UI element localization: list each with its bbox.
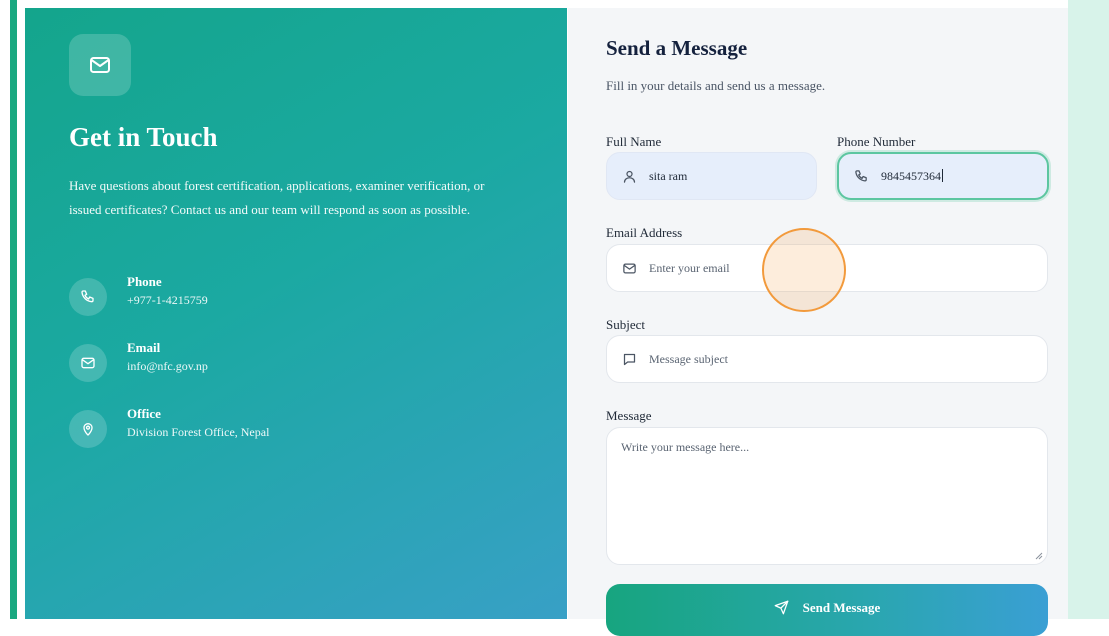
contact-title: Get in Touch bbox=[69, 122, 218, 152]
click-indicator bbox=[762, 228, 846, 312]
text-caret bbox=[942, 168, 943, 182]
subject-field[interactable]: Message subject bbox=[606, 335, 1048, 383]
send-message-button[interactable]: Send Message bbox=[606, 584, 1048, 636]
right-side-strip bbox=[1068, 0, 1109, 619]
contact-item-label: Phone bbox=[127, 274, 162, 289]
send-icon bbox=[774, 600, 789, 615]
send-message-label: Send Message bbox=[802, 600, 881, 615]
map-pin-icon bbox=[69, 410, 107, 448]
phone-number-text: 9845457364 bbox=[881, 168, 941, 183]
contact-description: Have questions about forest certificatio… bbox=[69, 178, 485, 217]
message-form-panel: Send a Message Fill in your details and … bbox=[568, 8, 1068, 636]
subject-placeholder: Message subject bbox=[649, 351, 728, 366]
phone-number-label: Phone Number bbox=[837, 134, 916, 149]
email-placeholder: Enter your email bbox=[649, 260, 730, 275]
contact-item-email: Email info@nfc.gov.np bbox=[69, 340, 549, 388]
form-subtitle: Fill in your details and send us a messa… bbox=[606, 78, 826, 93]
email-address-label: Email Address bbox=[606, 225, 683, 240]
message-textarea[interactable]: Write your message here... bbox=[606, 427, 1048, 565]
left-edge-bar bbox=[10, 0, 17, 619]
mail-icon bbox=[69, 34, 131, 96]
message-placeholder: Write your message here... bbox=[621, 440, 750, 454]
resize-grip-icon[interactable] bbox=[1035, 552, 1043, 560]
mail-icon bbox=[69, 344, 107, 382]
contact-item-office: Office Division Forest Office, Nepal bbox=[69, 406, 549, 454]
contact-info-panel: Get in Touch Have questions about forest… bbox=[25, 8, 567, 619]
phone-icon bbox=[853, 168, 869, 184]
mail-icon bbox=[621, 260, 637, 276]
phone-number-value: 9845457364 bbox=[881, 168, 943, 184]
contact-item-value: +977-1-4215759 bbox=[127, 293, 208, 307]
form-title: Send a Message bbox=[606, 36, 748, 60]
contact-item-label: Email bbox=[127, 340, 161, 355]
message-label: Message bbox=[606, 408, 652, 423]
full-name-label: Full Name bbox=[606, 134, 662, 149]
contact-item-label: Office bbox=[127, 406, 161, 421]
user-icon bbox=[621, 168, 637, 184]
phone-number-field[interactable]: 9845457364 bbox=[837, 152, 1049, 200]
contact-item-value: info@nfc.gov.np bbox=[127, 359, 208, 373]
full-name-value: sita ram bbox=[649, 168, 688, 183]
message-square-icon bbox=[621, 351, 637, 367]
phone-icon bbox=[69, 278, 107, 316]
full-name-field[interactable]: sita ram bbox=[606, 152, 817, 200]
contact-item-phone: Phone +977-1-4215759 bbox=[69, 274, 549, 322]
subject-label: Subject bbox=[606, 317, 645, 332]
contact-item-value: Division Forest Office, Nepal bbox=[127, 425, 270, 439]
